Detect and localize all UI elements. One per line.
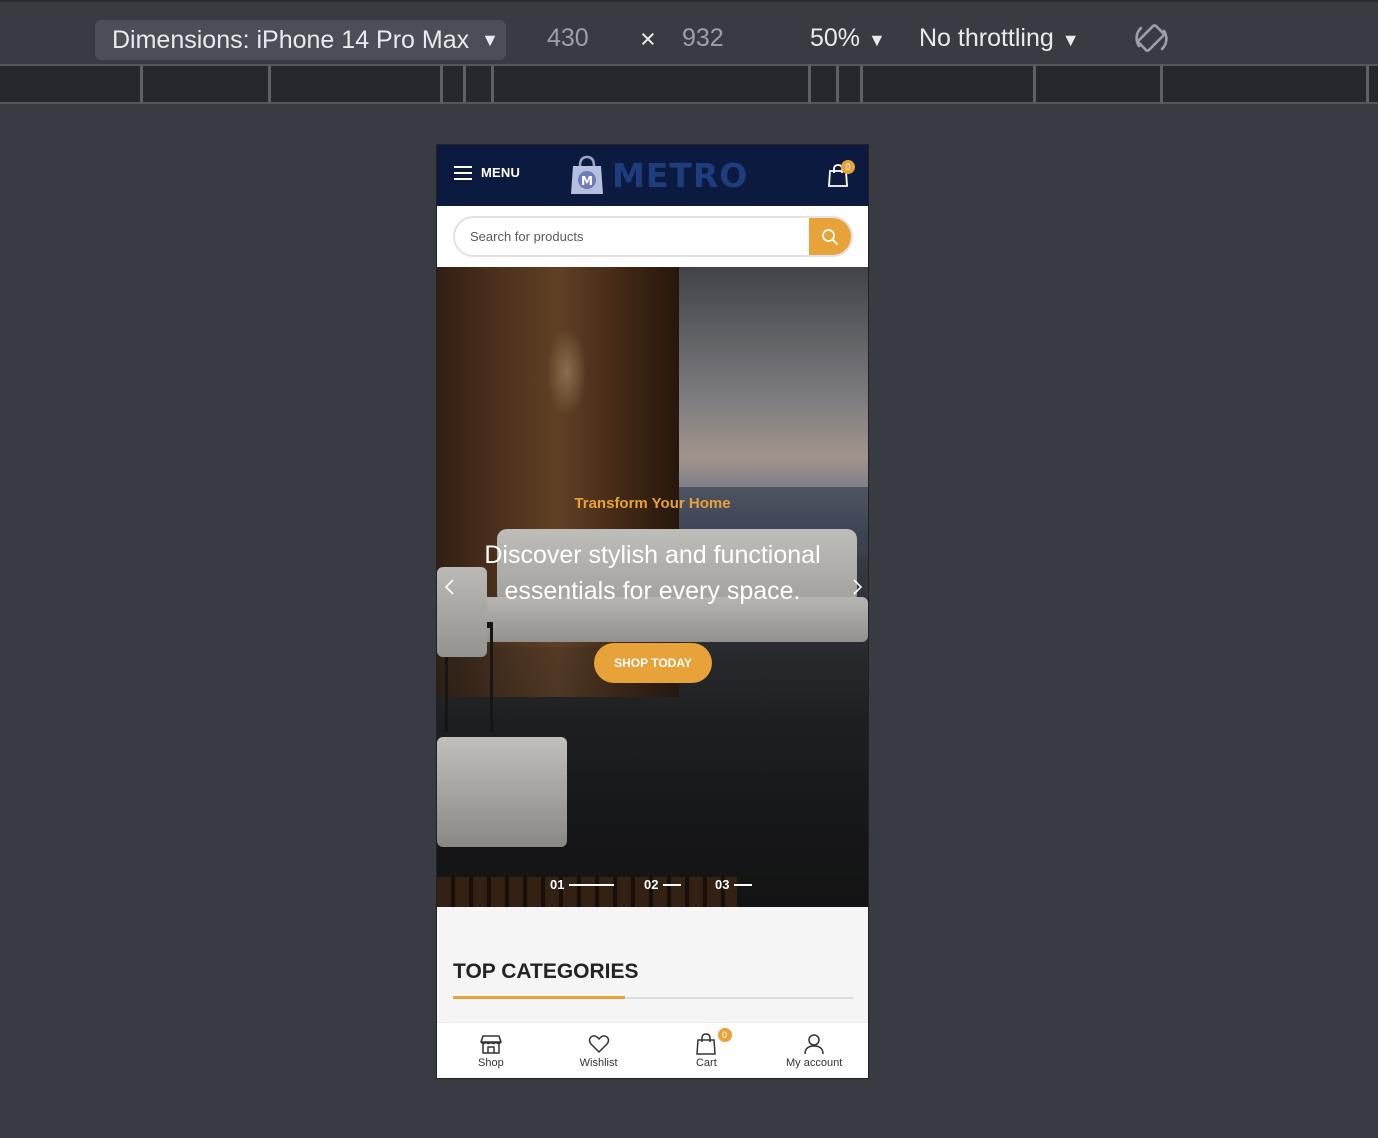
throttling-select[interactable]: No throttling ▼	[919, 24, 1080, 53]
device-toolbar: Dimensions: iPhone 14 Pro Max ▼ 430 × 93…	[0, 0, 1378, 66]
section-title: TOP CATEGORIES	[453, 960, 639, 983]
width-input[interactable]: 430	[547, 24, 589, 53]
header-cart-button[interactable]: 0	[827, 160, 855, 188]
zoom-label: 50%	[810, 24, 861, 52]
bottom-nav-label: Cart	[695, 1057, 717, 1069]
dimension-times-icon: ×	[640, 24, 656, 54]
shop-icon	[480, 1035, 502, 1054]
bottom-nav-label: Wishlist	[579, 1057, 618, 1069]
search-icon	[822, 228, 838, 245]
device-dimensions-label: Dimensions: iPhone 14 Pro Max	[112, 25, 470, 54]
chevron-right-icon[interactable]	[847, 577, 867, 597]
bottom-nav-account[interactable]: My account	[760, 1023, 868, 1078]
chevron-down-icon: ▼	[868, 30, 886, 50]
search-input[interactable]	[455, 218, 812, 255]
cart-count-badge: 0	[717, 1028, 732, 1042]
hero-subtitle: Transform Your Home	[574, 495, 731, 512]
device-viewport: MENU M METRO 0 Search for products Trans…	[437, 145, 868, 1078]
section-divider-accent	[453, 996, 625, 999]
site-logo[interactable]: M METRO	[570, 154, 748, 196]
zoom-select[interactable]: 50% ▼	[810, 24, 886, 53]
shopping-bag-logo-icon: M	[571, 155, 603, 194]
menu-label: MENU	[481, 165, 521, 180]
bottom-navigation: Shop Wishlist 0 Cart My account	[437, 1022, 868, 1078]
hero-slider: Transform Your Home Discover stylish and…	[437, 267, 868, 907]
site-header: MENU M METRO 0	[437, 145, 868, 206]
chevron-down-icon: ▼	[1061, 30, 1080, 50]
search-bar	[437, 206, 868, 267]
user-icon	[804, 1034, 824, 1055]
cart-count-badge: 0	[841, 160, 855, 174]
bottom-nav-cart[interactable]: 0 Cart	[653, 1023, 761, 1078]
cart-icon	[696, 1033, 717, 1055]
rotate-icon[interactable]	[1133, 20, 1171, 58]
bottom-nav-label: My account	[786, 1057, 843, 1069]
logo-letter: M	[581, 174, 593, 188]
throttling-label: No throttling	[919, 24, 1054, 52]
slide-pager-label: 02	[644, 877, 659, 892]
slide-pager-3[interactable]: 03	[715, 877, 753, 892]
slide-pager-2[interactable]: 02	[644, 877, 682, 892]
chevron-left-icon[interactable]	[440, 577, 460, 597]
bottom-nav-wishlist[interactable]: Wishlist	[545, 1023, 653, 1078]
search-button[interactable]	[809, 218, 851, 255]
bottom-nav-label: Shop	[478, 1057, 504, 1069]
media-query-ruler	[0, 66, 1378, 104]
search-form	[453, 216, 853, 257]
shop-today-button[interactable]: SHOP TODAY	[594, 643, 712, 683]
slide-pager-label: 03	[715, 877, 730, 892]
height-input[interactable]: 932	[682, 24, 724, 53]
chevron-down-icon: ▼	[481, 29, 499, 50]
hamburger-icon	[454, 165, 472, 180]
heart-icon	[588, 1035, 609, 1053]
slide-pager-1[interactable]: 01	[550, 877, 615, 892]
device-dimensions-select[interactable]: Dimensions: iPhone 14 Pro Max ▼	[95, 20, 506, 60]
bottom-nav-shop[interactable]: Shop	[437, 1023, 545, 1078]
logo-text: METRO	[612, 155, 749, 195]
hero-title: Discover stylish and functional essentia…	[484, 541, 821, 605]
slide-pager-label: 01	[550, 877, 565, 892]
menu-button[interactable]: MENU	[454, 165, 520, 180]
